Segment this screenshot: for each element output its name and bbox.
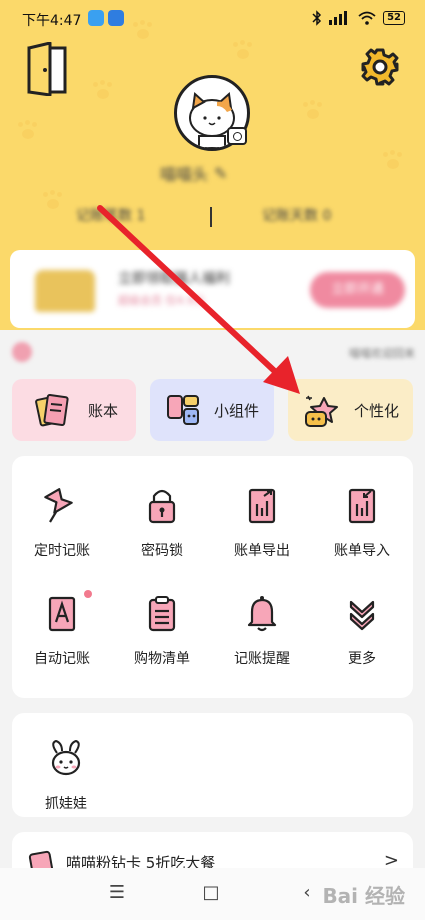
vip-open-button[interactable]: 立即开通 (310, 272, 405, 308)
tool-bill-export[interactable]: 账单导出 (212, 486, 312, 578)
stat-records: 记账笔数 1 (76, 208, 146, 224)
tool-more[interactable]: 更多 (312, 594, 412, 686)
paw-decoration (15, 120, 41, 142)
bell-icon (244, 594, 280, 634)
import-icon (344, 486, 380, 526)
auto-record-icon (44, 594, 80, 634)
tool-bill-import[interactable]: 账单导入 (312, 486, 412, 578)
paw-decoration (90, 80, 116, 102)
personalize-card[interactable]: 个性化 (288, 379, 413, 441)
chevron-double-down-icon (344, 594, 380, 634)
bluetooth-notification-icon (108, 10, 124, 26)
battery-indicator: 52 (383, 11, 405, 25)
door-exit-icon[interactable] (26, 41, 72, 97)
tool-label: 账单导出 (234, 543, 290, 559)
tool-label: 更多 (348, 651, 376, 667)
tool-auto-record[interactable]: 自动记账 (12, 590, 112, 686)
new-badge-dot (84, 590, 92, 598)
games-panel: 抓娃娃 (12, 713, 413, 817)
notice-avatar-icon (12, 342, 32, 362)
stat-days: 记账天数 0 (262, 208, 332, 224)
lock-icon (144, 486, 180, 526)
tool-label: 定时记账 (34, 543, 90, 559)
watermark: Bai 经验 (322, 884, 405, 908)
tool-label: 账单导入 (334, 543, 390, 559)
paw-decoration (380, 150, 406, 172)
tool-label: 自动记账 (34, 651, 90, 667)
tool-label: 抓娃娃 (45, 796, 87, 812)
vip-title: 立即领取猫人福利 (118, 271, 230, 287)
back-nav-icon[interactable]: ‹ (292, 880, 322, 906)
stat-divider (210, 207, 212, 227)
vip-banner[interactable]: 立即领取猫人福利 超级会员 仅4.9元 立即开通 (10, 250, 415, 328)
widget-label: 小组件 (214, 401, 260, 420)
crown-icon (35, 270, 95, 312)
profile-stats: 记账笔数 1 记账天数 0 (50, 205, 380, 231)
tool-shopping-list[interactable]: 购物清单 (112, 594, 212, 686)
tool-label: 密码锁 (141, 543, 183, 559)
edit-pencil-icon[interactable]: ✎ (214, 164, 227, 183)
ledger-book-icon (34, 390, 74, 430)
camera-icon[interactable] (227, 127, 247, 145)
ledger-label: 账本 (88, 401, 119, 420)
widget-icon (164, 390, 204, 430)
home-nav-icon[interactable]: □ (196, 880, 226, 906)
pin-icon (44, 486, 80, 526)
wifi-icon (358, 11, 376, 25)
export-icon (244, 486, 280, 526)
username-text: 喵喵头 (160, 165, 209, 184)
shopping-list-icon (144, 594, 180, 634)
profile-header: 下午4:47 52 喵喵头 ✎ 记账笔数 1 记账天数 0 立即领取猫人福利 超… (0, 0, 425, 330)
bunny-icon (48, 739, 84, 779)
ledger-card[interactable]: 账本 (12, 379, 136, 441)
tools-panel: 定时记账 密码锁 账单导出 账单导入 自动记账 购物清单 记账提醒 更多 (12, 456, 413, 698)
status-time: 下午4:47 (22, 13, 82, 29)
username[interactable]: 喵喵头 ✎ (160, 160, 265, 186)
tool-record-reminder[interactable]: 记账提醒 (212, 594, 312, 686)
personalize-label: 个性化 (354, 401, 400, 420)
tool-label: 记账提醒 (234, 651, 290, 667)
tool-claw-machine[interactable]: 抓娃娃 (16, 739, 116, 831)
paw-decoration (230, 40, 256, 62)
notice-row[interactable]: 喵喵欢迎回来 (10, 338, 415, 364)
tool-label: 购物清单 (134, 651, 190, 667)
chat-notification-icon (88, 10, 104, 26)
settings-gear-icon[interactable] (361, 48, 399, 86)
vip-subtitle: 超级会员 仅4.9元 (118, 294, 205, 307)
menu-nav-icon[interactable]: ☰ (102, 880, 132, 906)
status-bar: 下午4:47 52 (0, 0, 425, 36)
magic-wand-icon (302, 390, 344, 430)
tool-scheduled-record[interactable]: 定时记账 (12, 486, 112, 578)
paw-decoration (300, 100, 326, 122)
tool-password-lock[interactable]: 密码锁 (112, 486, 212, 578)
bluetooth-icon (312, 10, 322, 26)
notice-text: 喵喵欢迎回来 (349, 347, 415, 360)
widget-card[interactable]: 小组件 (150, 379, 274, 441)
signal-icon (329, 11, 348, 25)
